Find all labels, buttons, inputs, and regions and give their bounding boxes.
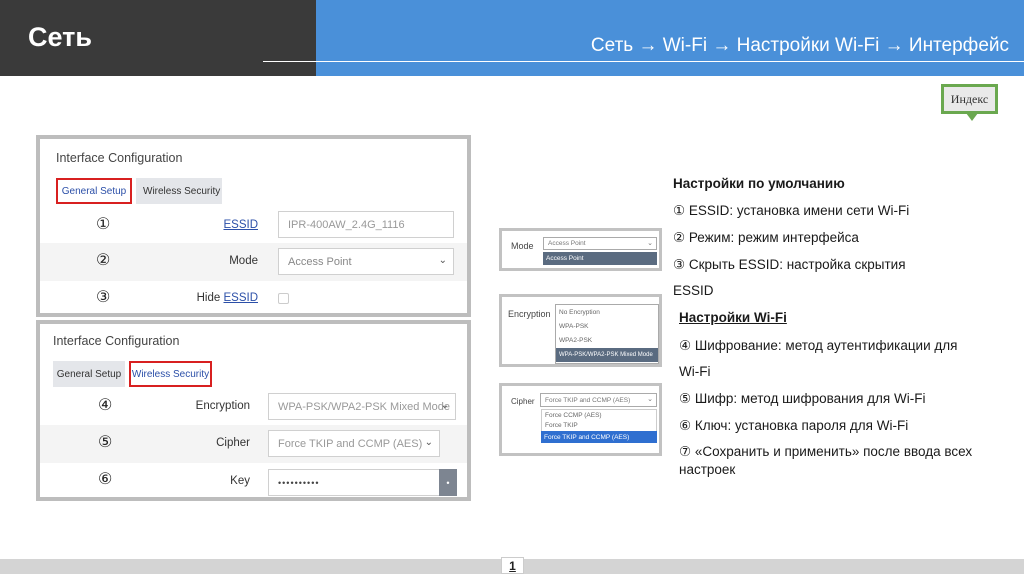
row-number: ③ <box>96 287 111 306</box>
page-number: 1 <box>501 557 524 574</box>
mode-select[interactable]: Access Point ⌄ <box>278 248 454 275</box>
row-essid: ① ESSID IPR-400AW_2.4G_1116 <box>40 207 467 245</box>
cipher-label: Cipher <box>216 437 250 449</box>
cipher-dropdown-box[interactable]: Force TKIP and CCMP (AES) ⌄ <box>540 393 657 407</box>
cipher-option-selected[interactable]: Force TKIP and CCMP (AES) <box>541 431 657 443</box>
essid-input[interactable]: IPR-400AW_2.4G_1116 <box>278 211 454 238</box>
header-divider <box>263 61 1024 62</box>
notes-heading-defaults: Настройки по умолчанию <box>673 176 845 191</box>
row-number: ④ <box>98 395 113 414</box>
breadcrumb: Сеть → Wi-Fi → Настройки Wi-Fi → Интерфе… <box>590 35 1009 56</box>
encryption-value: WPA-PSK/WPA2-PSK Mixed Mode <box>278 400 450 413</box>
encryption-caption: Encryption <box>508 309 551 319</box>
mode-label: Mode <box>229 255 258 267</box>
cipher-caption: Cipher <box>511 397 535 406</box>
reveal-key-button[interactable]: • <box>439 469 457 496</box>
cipher-value: Force TKIP and CCMP (AES) <box>278 437 423 450</box>
key-input[interactable]: •••••••••• <box>268 469 440 496</box>
encryption-option[interactable]: WPA-PSK <box>556 319 658 333</box>
chevron-down-icon: ⌄ <box>647 240 653 247</box>
mode-value: Access Point <box>288 255 352 268</box>
hide-essid-checkbox[interactable] <box>278 293 289 304</box>
encryption-select[interactable]: WPA-PSK/WPA2-PSK Mixed Mode ⌄ <box>268 393 456 420</box>
row-encryption: ④ Encryption WPA-PSK/WPA2-PSK Mixed Mode… <box>40 388 467 426</box>
panel-title: Interface Configuration <box>53 334 180 348</box>
encryption-dropdown-example: Encryption No Encryption WPA-PSK WPA2-PS… <box>499 294 662 367</box>
note-key: ⑥ Ключ: установка пароля для Wi-Fi <box>679 418 909 433</box>
tab-general-setup[interactable]: General Setup <box>56 178 132 204</box>
note-hide-essid: ③ Скрыть ESSID: настройка скрытия <box>673 257 906 272</box>
note-encryption: ④ Шифрование: метод аутентификации для <box>679 338 958 353</box>
cipher-option[interactable]: Force TKIP <box>541 420 657 431</box>
cipher-dropdown-value: Force TKIP and CCMP (AES) <box>545 396 631 404</box>
tab-wireless-security[interactable]: Wireless Security <box>136 178 222 204</box>
chevron-down-icon: ⌄ <box>440 400 449 411</box>
mode-caption: Mode <box>511 241 534 251</box>
encryption-label: Encryption <box>195 400 250 412</box>
index-button[interactable]: Индекс <box>941 84 998 121</box>
key-label: Key <box>230 475 250 487</box>
encryption-option-selected[interactable]: WPA-PSK/WPA2-PSK Mixed Mode <box>556 348 658 362</box>
chevron-down-icon: ⌄ <box>424 437 433 448</box>
note-save-cont: настроек <box>679 462 736 477</box>
note-encryption-cont: Wi-Fi <box>679 364 711 379</box>
mode-dropdown-box[interactable]: Access Point ⌄ <box>543 237 657 250</box>
notes-heading-wifi: Настройки Wi-Fi <box>679 310 787 325</box>
wireless-security-panel: Interface Configuration General Setup Wi… <box>36 320 471 501</box>
chevron-down-icon: ⌄ <box>438 255 447 266</box>
row-key: ⑥ Key •••••••••• • <box>40 463 467 501</box>
tab-wireless-security[interactable]: Wireless Security <box>129 361 212 387</box>
note-essid: ① ESSID: установка имени сети Wi-Fi <box>673 203 910 218</box>
note-hide-essid-cont: ESSID <box>673 283 714 298</box>
encryption-option[interactable]: WPA2-PSK <box>556 333 658 347</box>
note-cipher: ⑤ Шифр: метод шифрования для Wi-Fi <box>679 391 926 406</box>
page-title: Сеть <box>28 22 92 52</box>
eye-icon: • <box>446 477 450 488</box>
panel-title: Interface Configuration <box>56 151 183 165</box>
general-setup-panel: Interface Configuration General Setup Wi… <box>36 135 471 317</box>
row-hide-essid: ③ Hide ESSID <box>40 281 467 319</box>
chevron-down-icon: ⌄ <box>647 396 653 403</box>
tab-general-setup[interactable]: General Setup <box>53 361 125 387</box>
hide-essid-label: Hide ESSID <box>196 292 258 304</box>
essid-label: ESSID <box>223 219 258 231</box>
mode-option[interactable]: Access Point <box>543 252 657 265</box>
row-number: ① <box>96 214 111 233</box>
row-mode: ② Mode Access Point ⌄ <box>40 243 467 281</box>
cipher-select[interactable]: Force TKIP and CCMP (AES) ⌄ <box>268 430 440 457</box>
cipher-option[interactable]: Force CCMP (AES) <box>541 409 657 420</box>
note-save: ⑦ «Сохранить и применить» после ввода вс… <box>679 444 973 459</box>
cipher-dropdown-example: Cipher Force TKIP and CCMP (AES) ⌄ Force… <box>499 383 662 456</box>
row-number: ⑤ <box>98 432 113 451</box>
encryption-option[interactable]: No Encryption <box>556 305 658 319</box>
row-number: ② <box>96 250 111 269</box>
mode-dropdown-example: Mode Access Point ⌄ Access Point <box>499 228 662 271</box>
mode-dropdown-value: Access Point <box>548 240 586 247</box>
row-cipher: ⑤ Cipher Force TKIP and CCMP (AES) ⌄ <box>40 425 467 463</box>
note-mode: ② Режим: режим интерфейса <box>673 230 859 245</box>
row-number: ⑥ <box>98 469 113 488</box>
